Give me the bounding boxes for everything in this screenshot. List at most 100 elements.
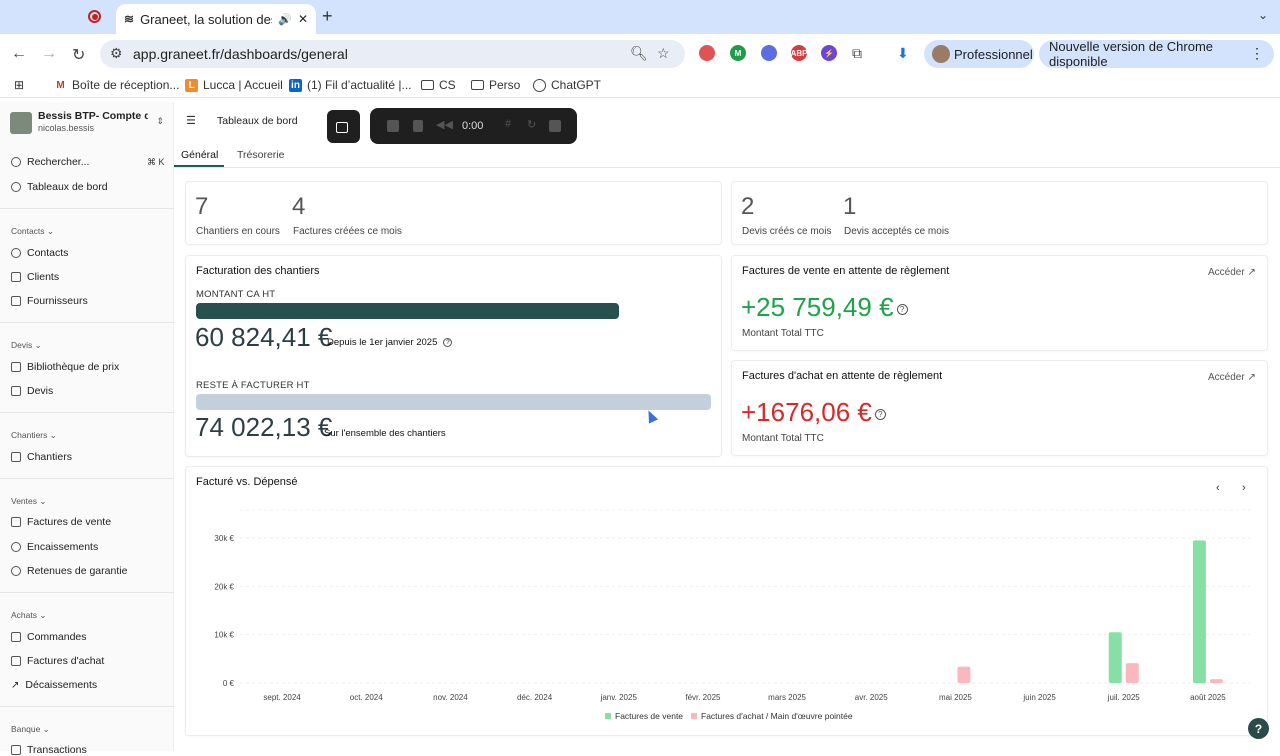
vente-attente-link[interactable]: Accéder ↗	[1208, 267, 1256, 278]
browser-tab[interactable]: ≋ Graneet, la solution des m 🔊 ✕	[116, 4, 316, 34]
chart-title: Facturé vs. Dépensé	[196, 476, 298, 488]
kpi-factures-value: 4	[292, 193, 306, 220]
chrome-update-button[interactable]: Nouvelle version de Chrome disponible ⋮	[1039, 39, 1274, 69]
sidebar-item-fournisseurs[interactable]: Fournisseurs	[11, 295, 88, 307]
sidebar-item-transactions[interactable]: Transactions	[11, 744, 87, 756]
org-logo	[10, 112, 32, 134]
camera-button[interactable]	[327, 110, 360, 143]
profile-button[interactable]: Professionnel	[924, 40, 1034, 68]
sidebar-divider	[0, 592, 174, 593]
switch-chevrons-icon: ⇕	[156, 116, 164, 126]
help-circle-icon[interactable]: ?	[874, 408, 886, 420]
sidebar-item-commandes[interactable]: Commandes	[11, 631, 87, 643]
section-achats[interactable]: Achats ⌄	[11, 610, 46, 621]
bookmark-star-icon[interactable]: ☆	[657, 45, 670, 62]
pause-icon[interactable]	[413, 120, 423, 132]
restart-icon[interactable]: ↻	[527, 118, 539, 131]
sidebar-divider	[0, 706, 174, 707]
site-info-icon[interactable]: ⚙	[110, 45, 123, 62]
sidebar-divider	[0, 478, 174, 479]
stop-icon[interactable]	[387, 120, 399, 132]
bookmark-cs[interactable]: CS	[421, 78, 456, 92]
lucca-icon: L	[185, 78, 198, 92]
folder-icon	[471, 80, 484, 90]
help-circle-icon[interactable]: ?	[896, 303, 908, 315]
sidebar-item-clients[interactable]: Clients	[11, 271, 59, 283]
graneet-favicon-icon: ≋	[124, 12, 135, 26]
x-tick-label: juin 2025	[1022, 693, 1056, 702]
trash-icon[interactable]	[549, 120, 561, 132]
bookmark-perso[interactable]: Perso	[471, 78, 520, 92]
external-link-icon: ↗	[1247, 267, 1256, 278]
achat-attente-title: Factures d'achat en attente de règlement	[742, 370, 943, 382]
achat-attente-link[interactable]: Accéder ↗	[1208, 372, 1256, 383]
tab-close-icon[interactable]: ✕	[298, 12, 308, 26]
new-tab-button[interactable]: +	[322, 6, 333, 27]
sidebar-search[interactable]: Rechercher...	[11, 156, 89, 168]
sidebar-item-factures-vente[interactable]: Factures de vente	[11, 516, 111, 528]
tab-tresorerie[interactable]: Trésorerie	[237, 149, 284, 161]
extension-icon-5[interactable]: ⚡	[821, 45, 837, 61]
help-button[interactable]: ?	[1248, 718, 1269, 739]
breadcrumb: Tableaux de bord	[217, 115, 298, 127]
section-banque[interactable]: Banque ⌄	[11, 724, 50, 735]
app-sidebar	[0, 102, 174, 751]
sidebar-item-decaissements[interactable]: ↗ Décaissements	[11, 679, 97, 691]
org-switcher[interactable]: Bessis BTP- Compte d... nicolas.bessis ⇕	[10, 108, 166, 138]
bookmark-chatgpt[interactable]: ChatGPT	[533, 78, 601, 92]
grid-icon[interactable]: #	[505, 118, 517, 130]
sidebar-item-dashboards[interactable]: Tableaux de bord	[11, 181, 108, 193]
profile-label: Professionnel	[954, 46, 1033, 62]
forward-button[interactable]: →	[41, 45, 57, 63]
bookmark-lucca[interactable]: L Lucca | Accueil	[185, 78, 283, 92]
library-icon	[11, 362, 21, 372]
bookmark-gmail[interactable]: M Boîte de réception...	[54, 78, 179, 92]
sidebar-item-devis[interactable]: Devis	[11, 385, 53, 397]
help-circle-icon[interactable]: ?	[443, 337, 453, 347]
invoice-icon	[11, 517, 21, 527]
reload-button[interactable]: ↻	[72, 45, 85, 65]
extension-icon-2[interactable]: M	[730, 45, 746, 61]
sidebar-item-chantiers[interactable]: Chantiers	[11, 451, 72, 463]
address-bar[interactable]: app.graneet.fr/dashboards/general	[100, 40, 685, 68]
extension-icon-1[interactable]	[699, 45, 715, 61]
section-devis[interactable]: Devis ⌄	[11, 340, 42, 351]
sidebar-item-encaissements[interactable]: Encaissements	[11, 541, 98, 553]
extensions-puzzle-icon[interactable]: ⧉	[852, 45, 862, 62]
facture-depense-chart: 0 € 10k € 20k € 30k € sept. 2024 oct. 2024 nov…	[214, 509, 1250, 721]
x-tick-label: nov. 2024	[433, 693, 468, 702]
y-tick-label: 30k €	[214, 534, 234, 543]
legend-label: Factures de vente	[615, 711, 683, 721]
sidebar-item-factures-achat[interactable]: Factures d'achat	[11, 655, 104, 667]
ca-label: MONTANT CA HT	[196, 289, 276, 300]
sidebar-item-bibliotheque[interactable]: Bibliothèque de prix	[11, 361, 119, 373]
apps-grid-icon[interactable]: ⊞	[14, 78, 24, 92]
document-icon	[11, 386, 21, 396]
sidebar-item-contacts[interactable]: Contacts	[11, 247, 68, 259]
chart-next-icon[interactable]: ›	[1242, 482, 1246, 494]
tab-general[interactable]: Général	[181, 149, 218, 161]
more-menu-icon[interactable]: ⋮	[1250, 45, 1264, 62]
dashboard-icon	[11, 182, 21, 192]
extension-icon-3[interactable]	[761, 45, 777, 61]
sidebar-item-retenues[interactable]: Retenues de garantie	[11, 565, 127, 577]
gmail-icon: M	[56, 79, 65, 91]
legend-label: Factures d'achat / Main d'œuvre pointée	[701, 711, 853, 721]
url-text: app.graneet.fr/dashboards/general	[133, 46, 348, 62]
bookmark-linkedin[interactable]: in (1) Fil d’actualité |...	[289, 78, 411, 92]
client-icon	[11, 272, 21, 282]
chart-prev-icon[interactable]: ‹	[1216, 482, 1220, 494]
reste-label: RESTE À FACTURER HT	[196, 380, 310, 391]
sidebar-toggle-icon[interactable]: ☰	[186, 114, 196, 127]
kpi-factures-label: Factures créées ce mois	[293, 226, 402, 237]
adblock-icon[interactable]: ABP	[791, 45, 807, 61]
section-ventes[interactable]: Ventes ⌄	[11, 496, 46, 507]
downloads-icon[interactable]: ⬇	[897, 45, 909, 62]
section-contacts[interactable]: Contacts ⌄	[11, 226, 54, 237]
zoom-search-icon[interactable]: 🔍︎	[630, 45, 648, 62]
tab-search-chevron-icon[interactable]: ⌄	[1258, 8, 1268, 22]
rewind-icon[interactable]: ◀◀	[436, 118, 453, 131]
section-chantiers[interactable]: Chantiers ⌄	[11, 430, 57, 441]
back-button[interactable]: ←	[11, 45, 27, 63]
kpi-chantiers-label: Chantiers en cours	[196, 226, 280, 237]
